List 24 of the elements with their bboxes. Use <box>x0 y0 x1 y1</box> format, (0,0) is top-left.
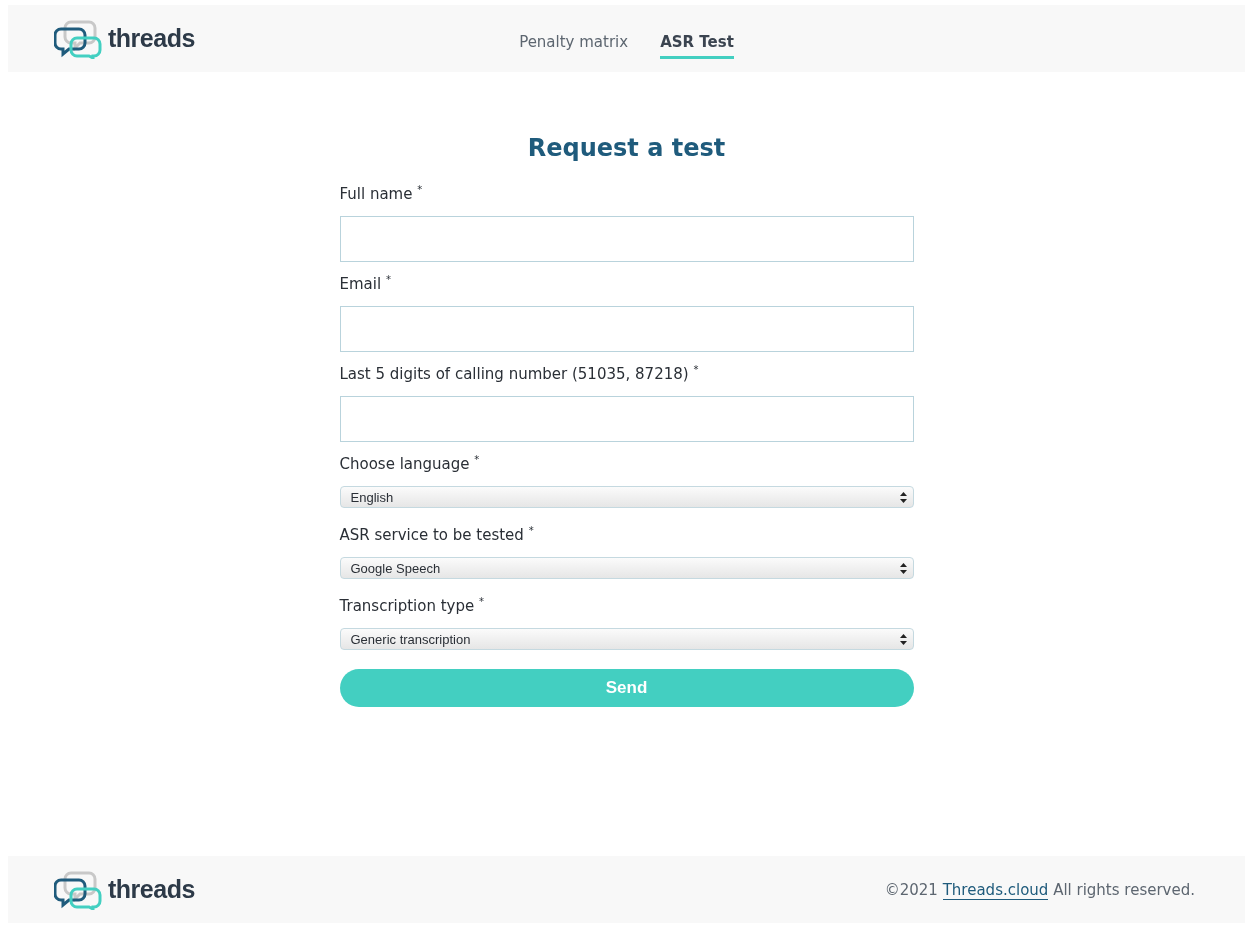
updown-icon <box>899 562 907 574</box>
field-label: Email $^{*}$ <box>339 274 392 293</box>
dropdown[interactable]: Google Speech <box>339 557 914 579</box>
dropdown[interactable]: English <box>339 486 914 508</box>
input-field[interactable] <box>339 306 914 352</box>
dropdown[interactable]: Generic transcription <box>339 628 914 650</box>
copyright-text: ©2021 Threads.cloud All rights reserved. <box>884 880 1196 899</box>
field-label: ASR service to be tested $^{*}$ <box>339 525 535 544</box>
field-label: Transcription type $^{*}$ <box>339 596 486 615</box>
nav-tab[interactable]: ASR Test <box>660 24 734 59</box>
field-label: Choose language $^{*}$ <box>339 454 481 473</box>
nav-tab[interactable]: Penalty matrix <box>519 24 629 59</box>
input-field[interactable] <box>339 396 914 442</box>
updown-icon <box>899 491 907 503</box>
input-field[interactable] <box>339 216 914 262</box>
site-link[interactable]: Threads.cloud <box>942 880 1049 900</box>
form-title: Request a test <box>526 134 727 162</box>
chat-bubbles-icon <box>54 869 102 910</box>
field-label: Last 5 digits of calling number (51035, 87218) $^{*}$ <box>339 364 700 383</box>
field-label: Full name $^{*}$ <box>339 184 424 203</box>
updown-icon <box>899 633 907 645</box>
logo-text: threads <box>108 24 195 53</box>
chat-bubbles-icon <box>54 18 102 59</box>
logo-text: threads <box>108 875 195 904</box>
